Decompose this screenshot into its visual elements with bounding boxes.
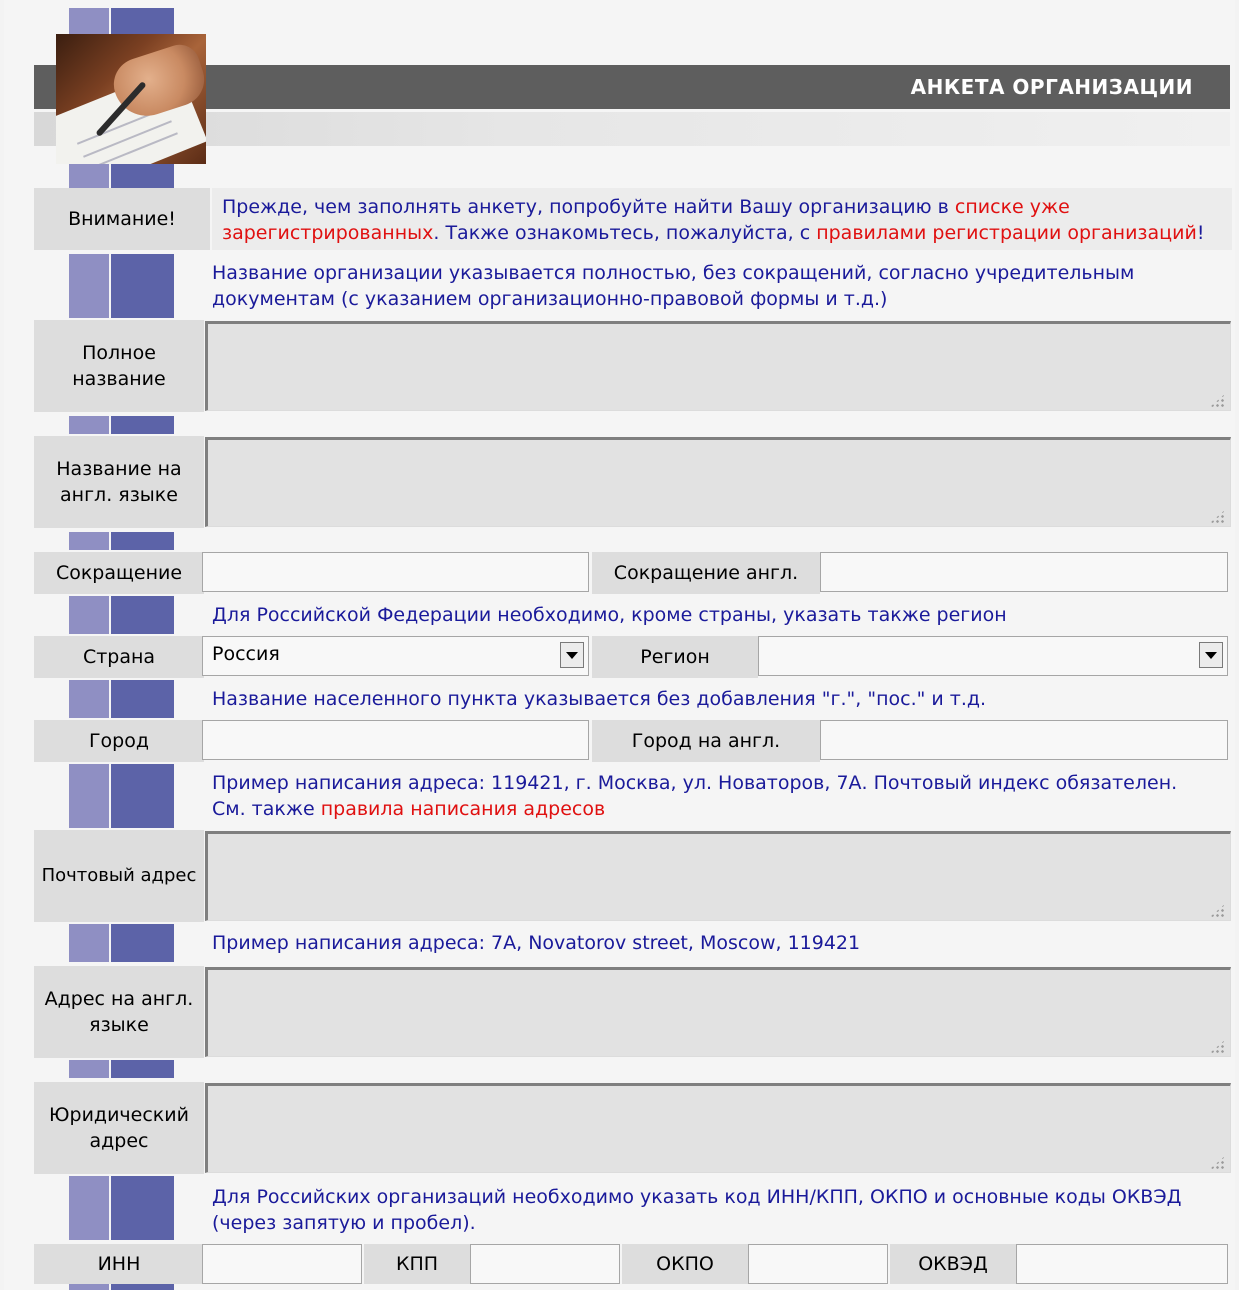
postal-hint: Пример написания адреса: 119421, г. Моск… [212, 770, 1222, 822]
decor-stripe [69, 8, 174, 34]
resize-grip-icon[interactable] [1210, 393, 1226, 407]
chevron-down-icon[interactable] [560, 642, 584, 668]
address-en-label: Адрес на англ. языке [34, 966, 204, 1058]
decor-stripe [69, 1284, 174, 1290]
notice-text-2: . Также ознакомьтесь, пожалуйста, с [433, 222, 817, 244]
legal-address-textarea[interactable] [205, 1083, 1231, 1173]
country-select[interactable]: Россия [202, 636, 589, 676]
okved-label: ОКВЭД [890, 1244, 1016, 1284]
okved-input[interactable] [1016, 1244, 1228, 1284]
decor-stripe [69, 254, 174, 318]
postal-address-label: Почтовый адрес [34, 830, 204, 922]
postal-address-textarea[interactable] [205, 831, 1231, 921]
resize-grip-icon[interactable] [1210, 903, 1226, 917]
full-name-hint: Название организации указывается полност… [212, 262, 1135, 310]
kpp-input[interactable] [470, 1244, 620, 1284]
notice-text: Прежде, чем заполнять анкету, попробуйте… [212, 188, 1232, 250]
registration-rules-link[interactable]: правилами регистрации организаций [816, 222, 1197, 244]
okpo-input[interactable] [748, 1244, 888, 1284]
writing-hand-photo [56, 34, 206, 164]
country-value: Россия [212, 643, 280, 665]
header-gradient [34, 112, 1230, 146]
name-en-textarea[interactable] [205, 437, 1231, 527]
codes-hint: Для Российских организаций необходимо ук… [212, 1186, 1182, 1234]
postal-hint-line-1: Пример написания адреса: 119421, г. Моск… [212, 772, 1178, 794]
short-name-en-label: Сокращение англ. [592, 552, 820, 594]
full-name-textarea[interactable] [205, 321, 1231, 411]
decor-stripe [69, 764, 174, 828]
city-en-input[interactable] [820, 720, 1228, 760]
name-en-label: Название на англ. языке [34, 436, 204, 528]
address-en-textarea[interactable] [205, 967, 1231, 1057]
inn-label: ИНН [34, 1244, 204, 1284]
city-label: Город [34, 720, 204, 762]
full-name-label: Полное название [34, 320, 204, 412]
notice-label: Внимание! [34, 188, 210, 250]
registration-form-page: АНКЕТА ОРГАНИЗАЦИИ Внимание! Прежде, чем… [4, 0, 1235, 1290]
address-en-hint: Пример написания адреса: 7A, Novatorov s… [212, 932, 861, 954]
short-name-input[interactable] [202, 552, 589, 592]
notice-text-1: Прежде, чем заполнять анкету, попробуйте… [222, 196, 955, 218]
decor-stripe [69, 924, 174, 962]
kpp-label: КПП [364, 1244, 470, 1284]
country-label: Страна [34, 636, 204, 678]
decor-stripe [69, 680, 174, 718]
address-rules-link[interactable]: правила написания адресов [321, 798, 605, 820]
resize-grip-icon[interactable] [1210, 509, 1226, 523]
inn-input[interactable] [202, 1244, 362, 1284]
decor-stripe [69, 1060, 174, 1078]
legal-address-label: Юридический адрес [34, 1082, 204, 1174]
page-title: АНКЕТА ОРГАНИЗАЦИИ [910, 75, 1193, 99]
region-select[interactable] [758, 636, 1228, 676]
resize-grip-icon[interactable] [1210, 1039, 1226, 1053]
region-hint: Для Российской Федерации необходимо, кро… [212, 604, 1007, 626]
city-input[interactable] [202, 720, 589, 760]
notice-text-3: ! [1196, 222, 1205, 244]
chevron-down-icon[interactable] [1199, 642, 1223, 668]
decor-stripe [69, 164, 174, 188]
decor-stripe [69, 1176, 174, 1240]
okpo-label: ОКПО [622, 1244, 748, 1284]
decor-stripe [69, 416, 174, 434]
short-name-label: Сокращение [34, 552, 204, 594]
region-label: Регион [592, 636, 758, 678]
city-en-label: Город на англ. [592, 720, 820, 762]
postal-hint-text: См. также [212, 798, 321, 820]
decor-stripe [69, 532, 174, 550]
city-hint: Название населенного пункта указывается … [212, 688, 987, 710]
resize-grip-icon[interactable] [1210, 1155, 1226, 1169]
short-name-en-input[interactable] [820, 552, 1228, 592]
postal-hint-line-2: См. также правила написания адресов [212, 796, 1222, 822]
decor-stripe [69, 596, 174, 634]
